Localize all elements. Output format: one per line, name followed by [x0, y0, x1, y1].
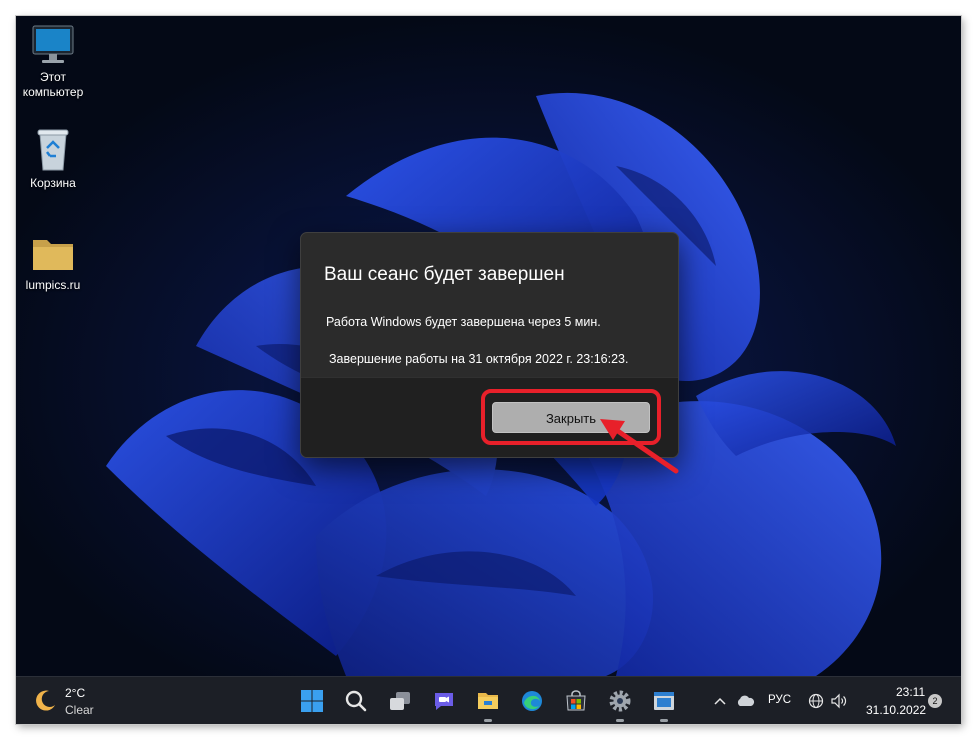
desktop-icon-recycle-bin[interactable]: Корзина	[16, 126, 93, 191]
app-icon[interactable]	[651, 688, 677, 722]
edge-icon[interactable]	[519, 688, 545, 714]
running-indicator	[616, 719, 624, 722]
desktop-icon-folder[interactable]: lumpics.ru	[16, 234, 93, 293]
clock-date[interactable]: 31.10.2022	[866, 703, 926, 717]
chat-icon[interactable]	[431, 688, 457, 714]
desktop-icon-label: lumpics.ru	[25, 278, 81, 292]
network-globe-icon[interactable]	[808, 693, 824, 709]
search-icon[interactable]	[343, 688, 369, 714]
task-view-icon[interactable]	[387, 688, 413, 714]
cloud-icon[interactable]	[735, 694, 755, 708]
notification-badge[interactable]: 2	[928, 694, 942, 708]
desktop-screen: Этот компьютер Корзина lumpics.ru Ваш се…	[16, 16, 961, 724]
desktop-icon-label: Этот компьютер	[22, 70, 84, 99]
clock-time[interactable]: 23:11	[896, 685, 925, 699]
settings-icon[interactable]	[607, 688, 633, 722]
running-indicator	[484, 719, 492, 722]
volume-icon[interactable]	[830, 693, 848, 709]
moon-icon	[36, 690, 55, 711]
monitor-icon	[32, 25, 74, 63]
dialog-footer: Закрыть	[301, 377, 678, 457]
weather-condition[interactable]: Clear	[65, 703, 94, 717]
taskbar: 2°C Clear РУС 23:11 31.10.2022 2	[16, 676, 961, 724]
store-icon[interactable]	[563, 688, 589, 714]
dialog-message: Работа Windows будет завершена через 5 м…	[326, 315, 601, 329]
desktop-icon-this-pc[interactable]: Этот компьютер	[16, 24, 93, 100]
dialog-title: Ваш сеанс будет завершен	[324, 264, 565, 285]
chevron-up-icon[interactable]	[713, 695, 727, 707]
dialog-shutdown-time: Завершение работы на 31 октября 2022 г. …	[329, 352, 629, 366]
file-explorer-icon[interactable]	[475, 688, 501, 722]
folder-icon	[33, 240, 73, 270]
start-icon[interactable]	[299, 688, 325, 714]
running-indicator	[660, 719, 668, 722]
weather-temperature[interactable]: 2°C	[65, 686, 85, 700]
recycle-bin-icon	[37, 129, 69, 171]
desktop-icon-label: Корзина	[30, 176, 76, 190]
language-indicator[interactable]: РУС	[768, 694, 791, 706]
shutdown-dialog: Ваш сеанс будет завершен Работа Windows …	[300, 232, 679, 458]
close-button[interactable]: Закрыть	[492, 402, 650, 433]
